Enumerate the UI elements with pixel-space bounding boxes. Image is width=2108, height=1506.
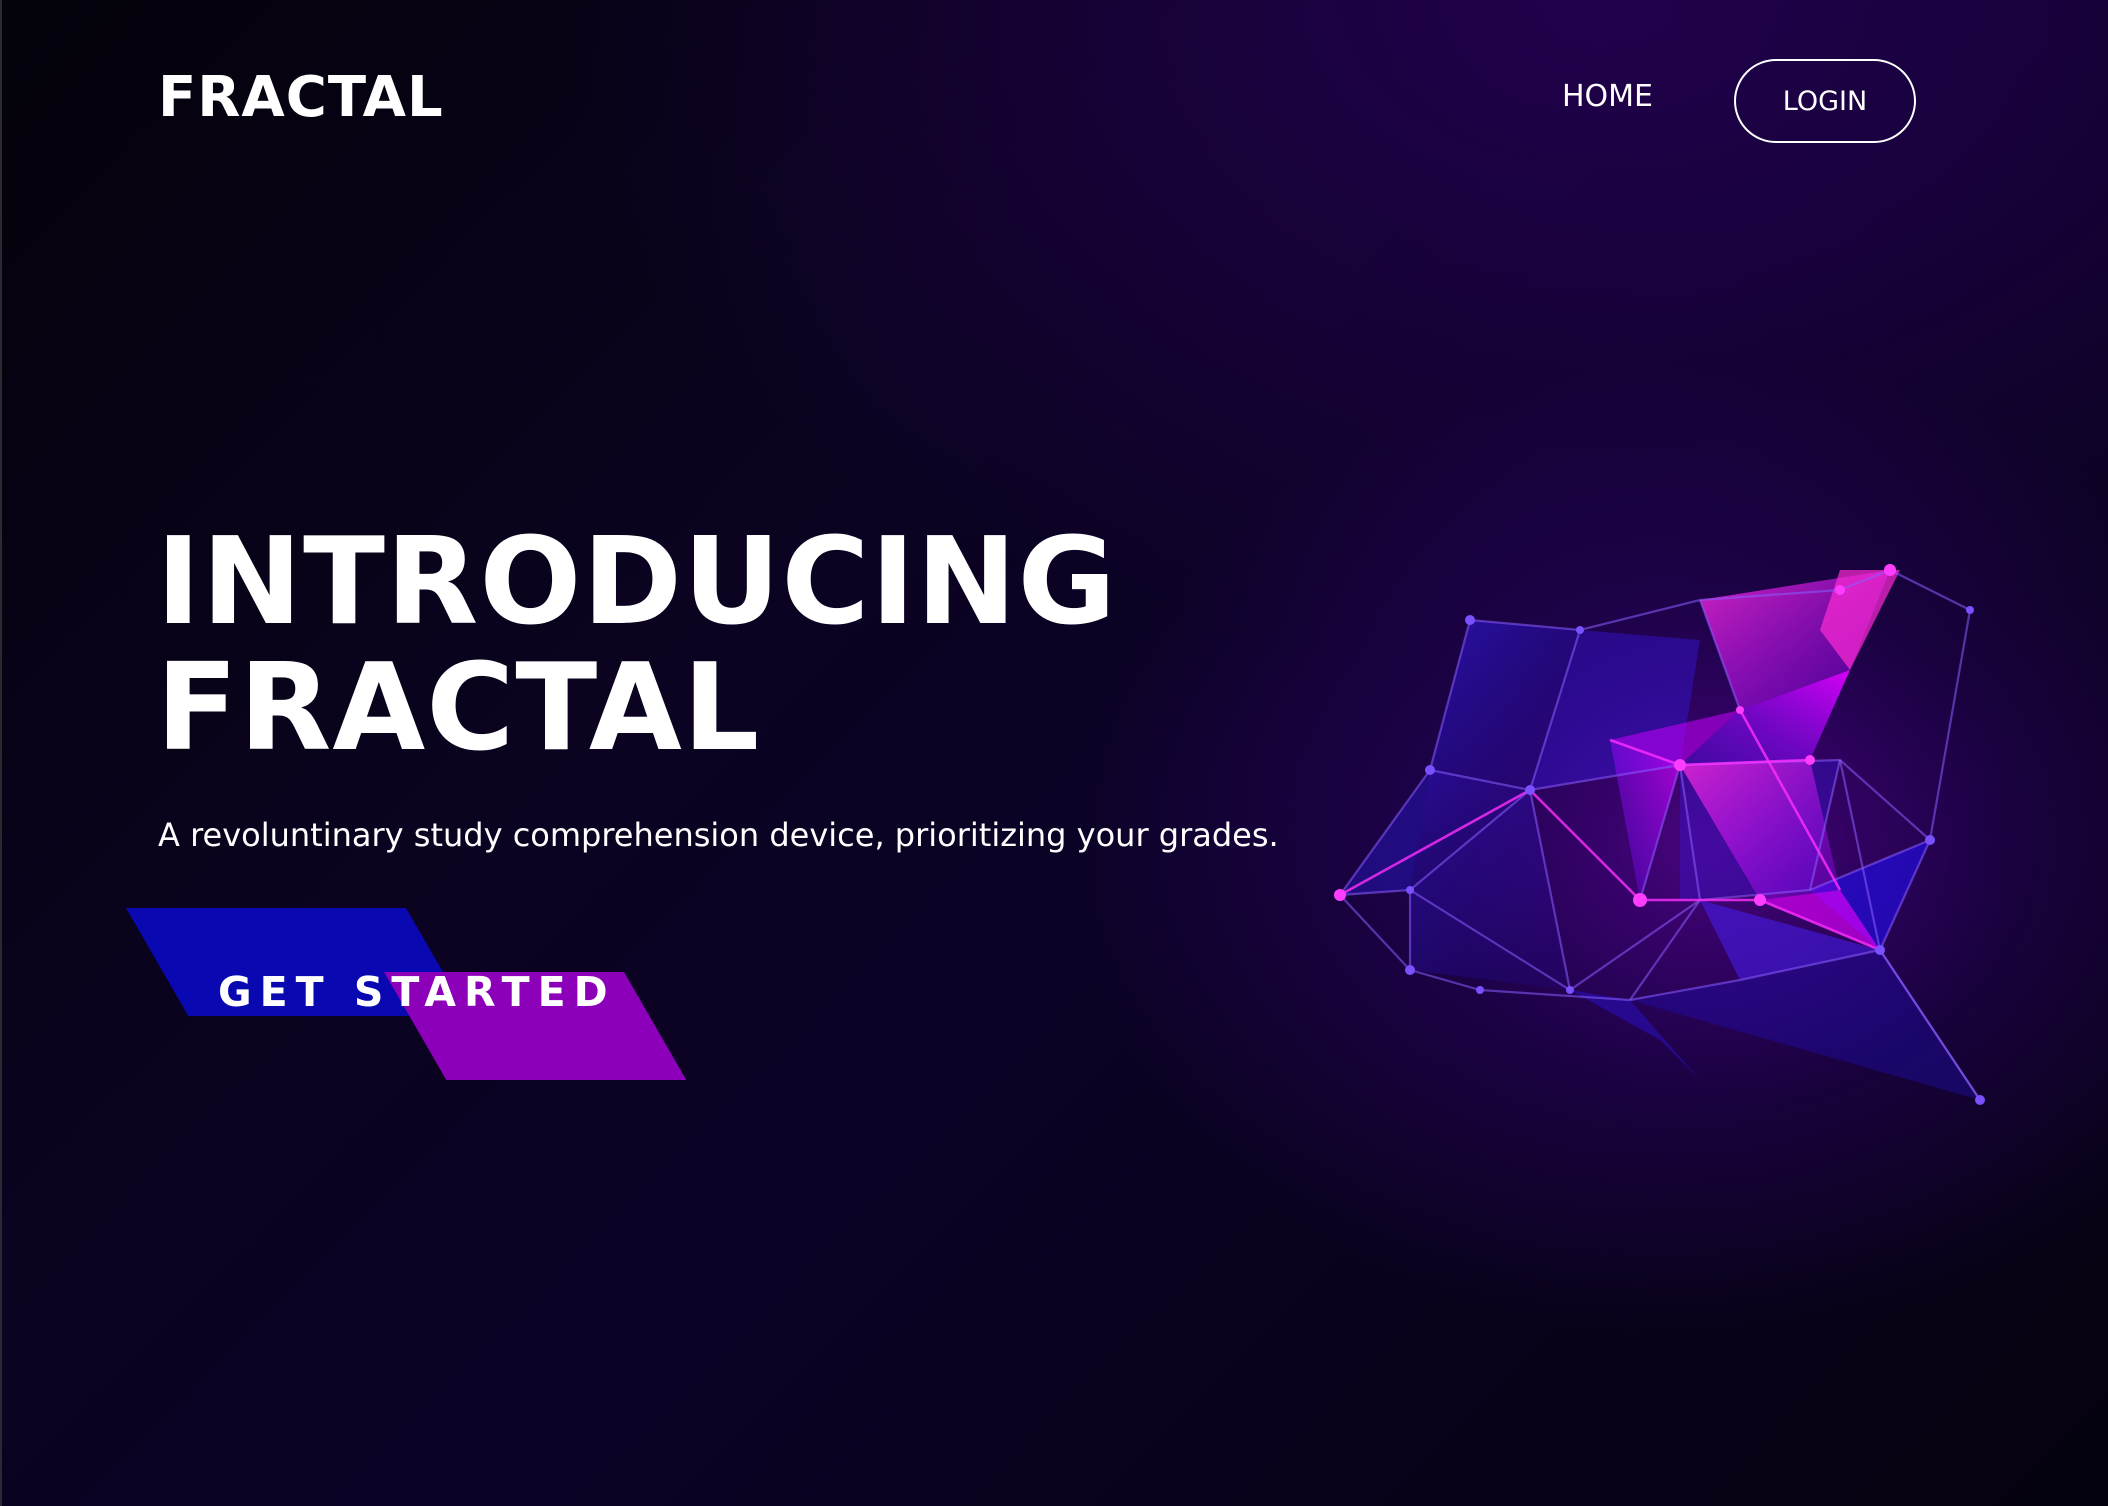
get-started-button[interactable]: GET STARTED bbox=[126, 906, 687, 1080]
hero-title: INTRODUCING FRACTAL bbox=[156, 520, 1117, 772]
window-edge bbox=[0, 0, 2, 1506]
logo[interactable]: FRACTAL bbox=[158, 70, 444, 126]
login-button[interactable]: LOGIN bbox=[1734, 59, 1916, 143]
hero-title-line-2: FRACTAL bbox=[156, 639, 761, 778]
fractal-mesh-illustration bbox=[1334, 564, 2000, 1105]
hero-title-line-1: INTRODUCING bbox=[156, 513, 1118, 652]
hero-subtitle: A revoluntinary study comprehension devi… bbox=[158, 816, 1279, 854]
nav-home-link[interactable]: HOME bbox=[1562, 82, 1653, 112]
get-started-label: GET STARTED bbox=[218, 968, 616, 1016]
